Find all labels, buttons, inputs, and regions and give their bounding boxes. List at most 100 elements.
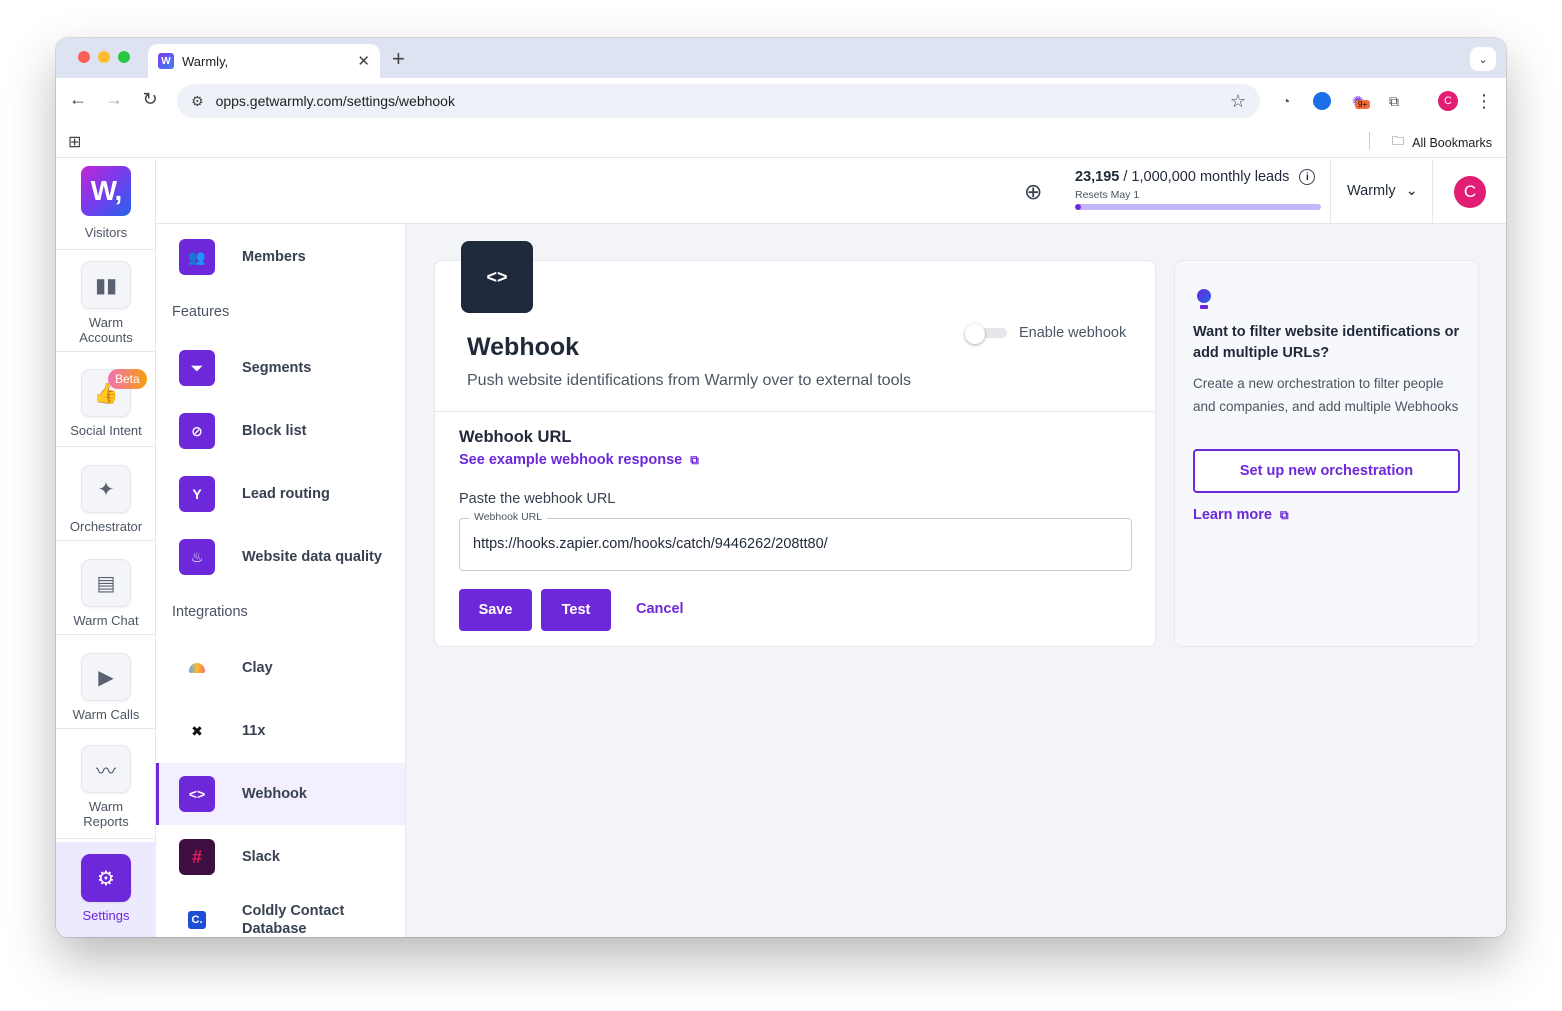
gear-icon: ⚙ [81, 854, 131, 902]
leads-progress-fill [1075, 204, 1081, 210]
all-bookmarks-button[interactable]: 🗀 All Bookmarks [1392, 132, 1492, 153]
info-icon[interactable]: i [1299, 169, 1316, 185]
puzzle-extensions-icon[interactable]: ⧉ [1383, 90, 1405, 112]
close-window-button[interactable] [78, 51, 90, 63]
webhook-url-field[interactable]: Webhook URL https://hooks.zapier.com/hoo… [459, 511, 1132, 571]
setup-orchestration-button[interactable]: Set up new orchestration [1193, 449, 1460, 493]
forward-arrow-icon[interactable]: → [102, 89, 126, 110]
toggle-label: Enable webhook [1019, 325, 1127, 341]
nav-orchestrator[interactable]: ✦ Orchestrator [56, 447, 156, 541]
leads-used: 23,195 [1075, 169, 1120, 185]
extension-badge: 9+ [1355, 100, 1371, 109]
nav-warm-reports[interactable]: 〰 Warm Reports [56, 729, 156, 839]
minimize-window-button[interactable] [98, 51, 110, 63]
save-button[interactable]: Save [459, 589, 532, 631]
burst-extension-icon[interactable]: ✺ 9+ [1347, 90, 1371, 112]
nav-visitors[interactable]: Visitors [56, 223, 156, 250]
back-arrow-icon[interactable]: ← [66, 89, 90, 110]
settings-item-webhook[interactable]: <> Webhook [156, 763, 405, 825]
beta-badge: Beta [108, 369, 147, 389]
address-bar[interactable]: ⚙ opps.getwarmly.com/settings/webhook ☆ [177, 84, 1260, 118]
magic-wand-icon: ✦ [81, 465, 131, 513]
clay-icon [179, 650, 215, 686]
tab-strip: W Warmly, ✕ + ⌄ [56, 38, 1506, 78]
app-topbar: ⊕ 23,195 / 1,000,000 monthly leads i Res… [156, 159, 1506, 224]
settings-item-segments[interactable]: ⏷ Segments [156, 337, 405, 399]
avatar[interactable]: C [1454, 176, 1486, 208]
nav-warm-calls[interactable]: ▶ Warm Calls [56, 635, 156, 729]
leads-total: / 1,000,000 monthly leads [1123, 169, 1290, 185]
bookmarks-bar: ⊞ 🗀 All Bookmarks [56, 124, 1506, 158]
external-link-icon: ⧉ [690, 452, 699, 467]
filter-icon: ⏷ [179, 350, 215, 386]
settings-item-11x[interactable]: ✖ 11x [156, 700, 405, 762]
bar-chart-icon: ▮▮ [81, 261, 131, 309]
orchestration-tip-card: Want to filter website identifications o… [1174, 260, 1479, 647]
learn-more-label: Learn more [1193, 507, 1272, 523]
settings-item-members[interactable]: 👥 Members [156, 226, 405, 288]
nav-social-intent[interactable]: 👍 Beta Social Intent [56, 352, 156, 447]
settings-item-label: 11x [242, 723, 266, 739]
new-tab-icon[interactable]: + [392, 46, 405, 72]
settings-item-slack[interactable]: # Slack [156, 826, 405, 888]
chat-extension-icon[interactable] [1311, 90, 1333, 112]
coldly-icon: C. [179, 902, 215, 937]
learn-more-link[interactable]: Learn more ⧉ [1193, 507, 1289, 523]
settings-item-clay[interactable]: Clay [156, 637, 405, 699]
topbar-divider [1330, 159, 1331, 224]
all-bookmarks-label: All Bookmarks [1412, 135, 1492, 150]
history-download-icon[interactable]: ⊕ [1024, 179, 1042, 205]
nav-orchestrator-label: Orchestrator [69, 519, 143, 534]
monthly-leads-meter: 23,195 / 1,000,000 monthly leads i Reset… [1075, 169, 1321, 210]
nav-warm-accounts[interactable]: ▮▮ Warm Accounts [56, 250, 156, 352]
tab-search-chevron-icon[interactable]: ⌄ [1470, 47, 1496, 71]
workspace-switcher[interactable]: Warmly ⌄ [1347, 183, 1418, 199]
bookmark-star-icon[interactable]: ☆ [1230, 91, 1246, 112]
settings-item-coldly[interactable]: C. Coldly Contact Database [156, 889, 405, 937]
zoom-window-button[interactable] [118, 51, 130, 63]
flame-icon: ♨ [179, 539, 215, 575]
apps-grid-icon[interactable]: ⊞ [68, 132, 81, 152]
cancel-button[interactable]: Cancel [636, 601, 684, 617]
slack-icon: # [179, 839, 215, 875]
test-button[interactable]: Test [541, 589, 611, 631]
lightbulb-icon [1195, 289, 1213, 311]
settings-item-label: Segments [242, 360, 312, 376]
ghost-extension-icon[interactable]: ◔ [1275, 90, 1297, 112]
webhook-code-icon: <> [461, 241, 533, 313]
profile-button[interactable]: C [1437, 90, 1459, 112]
tab-title: Warmly, [182, 53, 229, 69]
leads-reset-date: Resets May 1 [1075, 189, 1140, 201]
example-link-label: See example webhook response [459, 452, 683, 468]
warmly-logo[interactable]: W, [81, 166, 131, 216]
nav-visitors-label: Visitors [84, 225, 128, 240]
settings-item-block-list[interactable]: ⊘ Block list [156, 400, 405, 462]
nav-settings[interactable]: ⚙ Settings [56, 842, 156, 937]
nav-social-intent-label: Social Intent [70, 423, 142, 438]
close-tab-icon[interactable]: ✕ [357, 52, 370, 70]
code-icon: <> [179, 776, 215, 812]
paste-url-label: Paste the webhook URL [459, 491, 616, 507]
settings-item-lead-routing[interactable]: Y Lead routing [156, 463, 405, 525]
settings-item-website-data-quality[interactable]: ♨ Website data quality [156, 526, 405, 588]
webhook-settings-card: Webhook Push website identifications fro… [434, 260, 1156, 647]
settings-item-label: Webhook [242, 786, 307, 802]
webhook-url-heading: Webhook URL [459, 428, 572, 446]
nav-warm-chat[interactable]: ▤ Warm Chat [56, 541, 156, 635]
settings-item-label: Clay [242, 660, 273, 676]
site-settings-icon[interactable]: ⚙ [191, 93, 204, 110]
trend-line-icon: 〰 [81, 745, 131, 793]
browser-toolbar: ← → ↻ ⚙ opps.getwarmly.com/settings/webh… [56, 78, 1506, 124]
nav-warm-chat-label: Warm Chat [73, 613, 139, 628]
enable-webhook-toggle[interactable]: Enable webhook [965, 324, 1127, 344]
tip-title: Want to filter website identifications o… [1193, 324, 1460, 361]
folder-icon: 🗀 [1391, 134, 1405, 148]
settings-sidebar: 👥 Members Features ⏷ Segments ⊘ Block li… [156, 224, 406, 937]
reload-icon[interactable]: ↻ [138, 89, 162, 110]
chat-icon: ▤ [81, 559, 131, 607]
browser-tab[interactable]: W Warmly, ✕ [148, 44, 380, 78]
example-response-link[interactable]: See example webhook response ⧉ [459, 452, 699, 468]
more-menu-icon[interactable]: ⋮ [1473, 90, 1495, 112]
settings-item-label: Members [242, 249, 306, 265]
toggle-switch[interactable] [965, 324, 1007, 344]
